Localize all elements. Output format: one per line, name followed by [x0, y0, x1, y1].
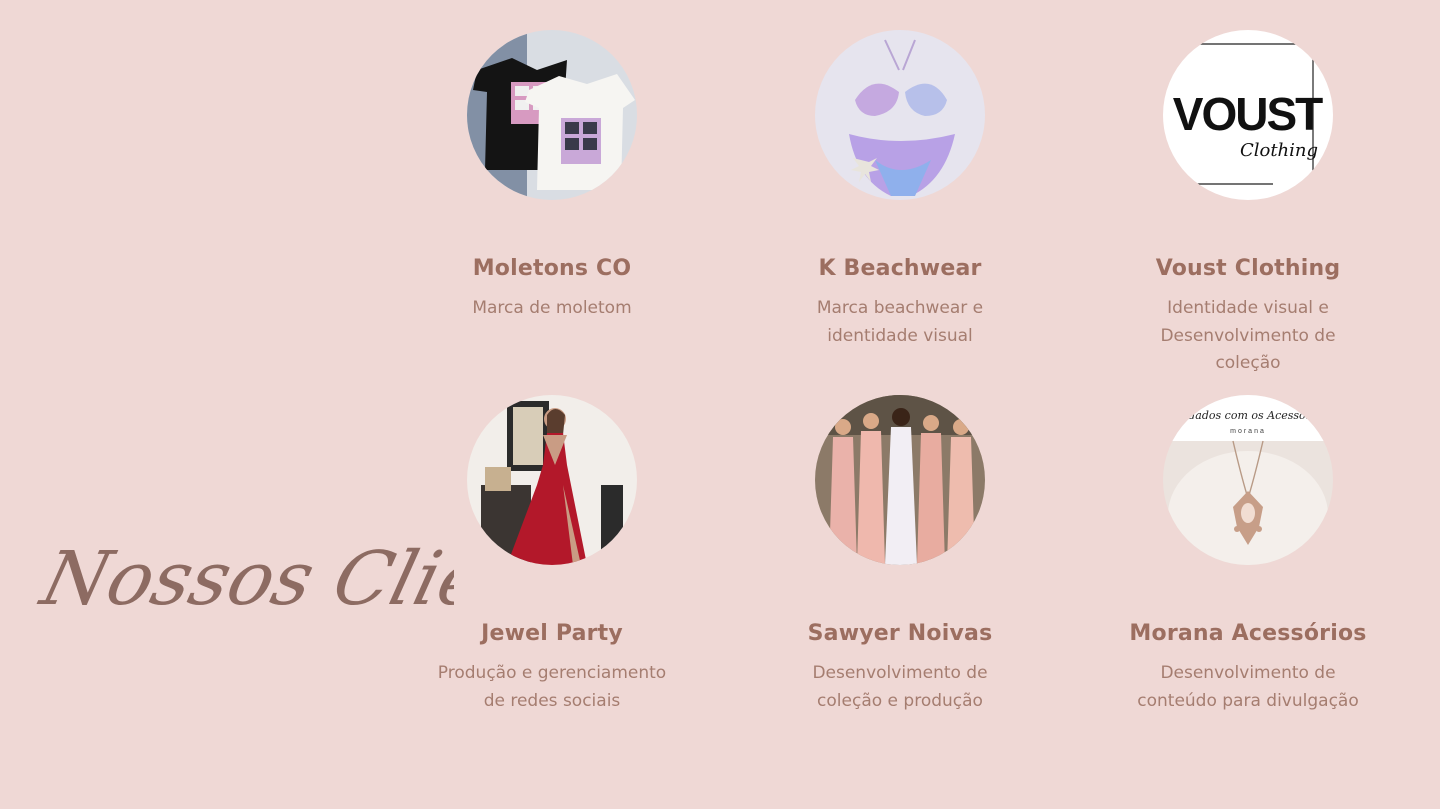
- voust-logo-text: VOUST: [1173, 88, 1323, 140]
- client-description: Marca de moletom: [472, 298, 632, 318]
- client-card-k-beachwear[interactable]: K Beachwear Marca beachwear e identidade…: [750, 30, 1050, 350]
- red-dress-photo-icon: [467, 395, 637, 565]
- client-card-jewel-party[interactable]: Jewel Party Produção e gerenciamento de …: [402, 395, 702, 715]
- client-name: Jewel Party: [481, 621, 623, 646]
- client-description: Produção e gerenciamento de redes sociai…: [437, 663, 667, 711]
- client-card-voust-clothing[interactable]: VOUST Clothing Voust Clothing Identidade…: [1098, 30, 1398, 378]
- client-card-sawyer-noivas[interactable]: Sawyer Noivas Desenvolvimento de coleção…: [750, 395, 1050, 715]
- client-description: Marca beachwear e identidade visual: [816, 298, 984, 346]
- necklace-photo-icon: Cuidados com os Acessórios morana: [1163, 395, 1333, 565]
- section-title-graphic: Nossos Clientes: [32, 535, 654, 622]
- tshirts-photo-icon: [467, 30, 637, 200]
- section-title: Nossos Clientes: [32, 508, 654, 648]
- client-card-morana-acessorios[interactable]: Cuidados com os Acessórios morana Morana…: [1098, 395, 1398, 715]
- client-name: Sawyer Noivas: [807, 621, 993, 646]
- voust-logo-script: Clothing: [1240, 140, 1318, 161]
- client-description: Desenvolvimento de conteúdo para divulga…: [1137, 663, 1359, 711]
- bridesmaids-photo-icon: [815, 395, 985, 565]
- section-title-text: Nossos Clientes: [34, 535, 454, 622]
- client-name: K Beachwear: [818, 256, 982, 281]
- clients-section: Nossos Clientes Moletons CO Marca de mol…: [0, 0, 1440, 809]
- morana-banner-text: Cuidados com os Acessórios: [1169, 409, 1327, 422]
- voust-logo-icon: VOUST Clothing: [1163, 30, 1333, 200]
- client-name: Morana Acessórios: [1129, 621, 1367, 646]
- client-card-moletons-co[interactable]: Moletons CO Marca de moletom: [402, 30, 702, 323]
- client-description: Desenvolvimento de coleção e produção: [812, 663, 988, 711]
- bikini-photo-icon: [815, 30, 985, 200]
- client-description: Identidade visual e Desenvolvimento de c…: [1160, 298, 1336, 373]
- client-name: Moletons CO: [472, 256, 632, 281]
- morana-brand-text: morana: [1230, 428, 1266, 435]
- client-name: Voust Clothing: [1155, 256, 1341, 281]
